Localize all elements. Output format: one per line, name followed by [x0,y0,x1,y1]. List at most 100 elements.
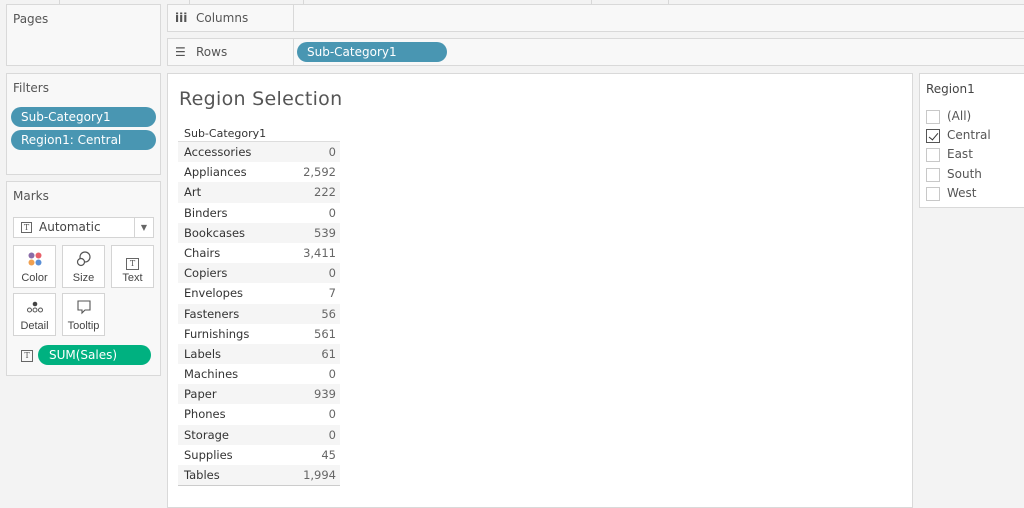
color-icon [14,251,55,267]
row-sales-value: 61 [321,346,336,361]
region-option-label: Central [947,128,991,143]
columns-shelf-label: iii Columns [168,5,294,31]
chevron-down-icon[interactable]: ▼ [134,218,153,237]
table-row[interactable]: Chairs 3,411 [178,243,340,263]
row-sales-value: 7 [328,286,336,301]
tooltip-label: Tooltip [67,320,100,332]
row-sub-category: Tables [184,468,220,482]
checkbox-icon[interactable] [926,186,940,201]
row-sales-value: 0 [328,407,336,422]
table-header-sub-category[interactable]: Sub-Category1 [178,125,340,142]
detail-icon [14,299,55,315]
table-row[interactable]: Art 222 [178,182,340,203]
table-row[interactable]: Appliances 2,592 [178,162,340,182]
rows-icon: ☰ [175,45,186,59]
row-sub-category: Fasteners [184,306,240,321]
row-sub-category: Copiers [184,266,228,281]
rows-pill-sub-category[interactable]: Sub-Category1 [297,42,447,62]
row-sub-category: Furnishings [184,326,250,341]
row-sub-category: Appliances [184,165,247,180]
row-sub-category: Labels [184,346,222,361]
filters-title: Filters [13,81,49,95]
size-button[interactable]: Size [62,245,105,288]
row-sub-category: Bookcases [184,225,246,240]
region-option-label: South [947,166,982,181]
table-row[interactable]: Envelopes 7 [178,283,340,303]
table-row[interactable]: Machines 0 [178,364,340,384]
region-option-label: (All) [947,109,972,123]
table-row[interactable]: Storage 0 [178,424,340,445]
rows-label-text: Rows [196,45,228,59]
region-filter-title: Region1 [926,82,975,96]
row-sales-value: 539 [314,225,336,240]
row-sales-value: 0 [328,427,336,442]
filter-pill-sub-category[interactable]: Sub-Category1 [11,107,156,127]
row-sales-value: 939 [314,387,336,402]
table-row[interactable]: Paper 939 [178,384,340,405]
region-filter-card: Region1 (All) Central East South West [919,73,1024,208]
row-sales-value: 222 [314,185,336,200]
sum-sales-pill[interactable]: SUM(Sales) [38,345,151,365]
table-row[interactable]: Binders 0 [178,203,340,223]
marks-card: Marks T Automatic ▼ Color Size T Text De… [6,181,161,376]
detail-button[interactable]: Detail [13,293,56,336]
row-sales-value: 0 [328,145,336,159]
color-label: Color [21,272,48,284]
row-sub-category: Paper [184,387,217,402]
table-row[interactable]: Labels 61 [178,343,340,365]
columns-shelf[interactable]: iii Columns [167,4,1024,32]
region-option-label: East [947,147,973,162]
row-sales-value: 0 [328,266,336,281]
mark-type-dropdown[interactable]: T Automatic ▼ [13,217,154,238]
filter-pill-region[interactable]: Region1: Central [11,130,156,150]
table-row[interactable]: Phones 0 [178,404,340,424]
table-row[interactable]: Supplies 45 [178,445,340,465]
table-bottom-border [178,485,340,487]
text-encoding-icon: T [21,350,33,362]
color-button[interactable]: Color [13,245,56,288]
filters-card[interactable]: Filters Sub-Category1 Region1: Central [6,73,161,175]
checkbox-icon[interactable] [926,148,940,163]
text-mark-icon: T [21,222,32,233]
row-sub-category: Art [184,185,202,200]
row-sub-category: Envelopes [184,286,244,301]
pages-title: Pages [13,12,49,26]
text-table: Sub-Category1 Accessories 0 Appliances 2,59… [178,125,340,487]
row-sales-value: 2,592 [303,165,336,180]
row-sales-value: 56 [321,306,336,321]
checkbox-icon[interactable] [926,110,940,124]
text-button[interactable]: T Text [111,245,154,288]
columns-label-text: Columns [196,11,249,25]
row-sub-category: Supplies [184,447,233,462]
marks-title: Marks [13,189,49,203]
size-label: Size [72,272,95,284]
table-row[interactable]: Furnishings 561 [178,324,340,344]
table-row[interactable]: Copiers 0 [178,263,340,284]
table-row[interactable]: Accessories 0 [178,142,340,163]
table-row[interactable]: Tables 1,994 [178,465,340,486]
detail-label: Detail [20,320,49,332]
row-sub-category: Accessories [184,145,252,159]
table-row[interactable]: Fasteners 56 [178,303,340,324]
columns-icon: iii [175,11,188,25]
checkbox-icon[interactable] [926,167,940,182]
rows-shelf[interactable]: ☰ Rows Sub-Category1 [167,38,1024,66]
row-sub-category: Storage [184,427,229,442]
row-sub-category: Phones [184,407,226,422]
tooltip-button[interactable]: Tooltip [62,293,105,336]
row-sales-value: 0 [328,205,336,220]
row-sub-category: Machines [184,367,239,382]
size-icon [63,251,104,267]
row-sub-category: Binders [184,205,228,220]
table-row[interactable]: Bookcases 539 [178,222,340,243]
pages-card[interactable]: Pages [6,4,161,66]
text-label: Text [122,272,143,284]
row-sales-value: 0 [328,367,336,382]
mark-type-value: Automatic [39,220,101,234]
text-icon: T [112,251,153,270]
checkbox-checked-icon[interactable] [926,129,940,144]
row-sales-value: 45 [321,447,336,462]
worksheet-view: Region Selection Sub-Category1 Accessori… [167,73,913,508]
row-sales-value: 561 [314,326,336,341]
row-sub-category: Chairs [184,245,221,260]
